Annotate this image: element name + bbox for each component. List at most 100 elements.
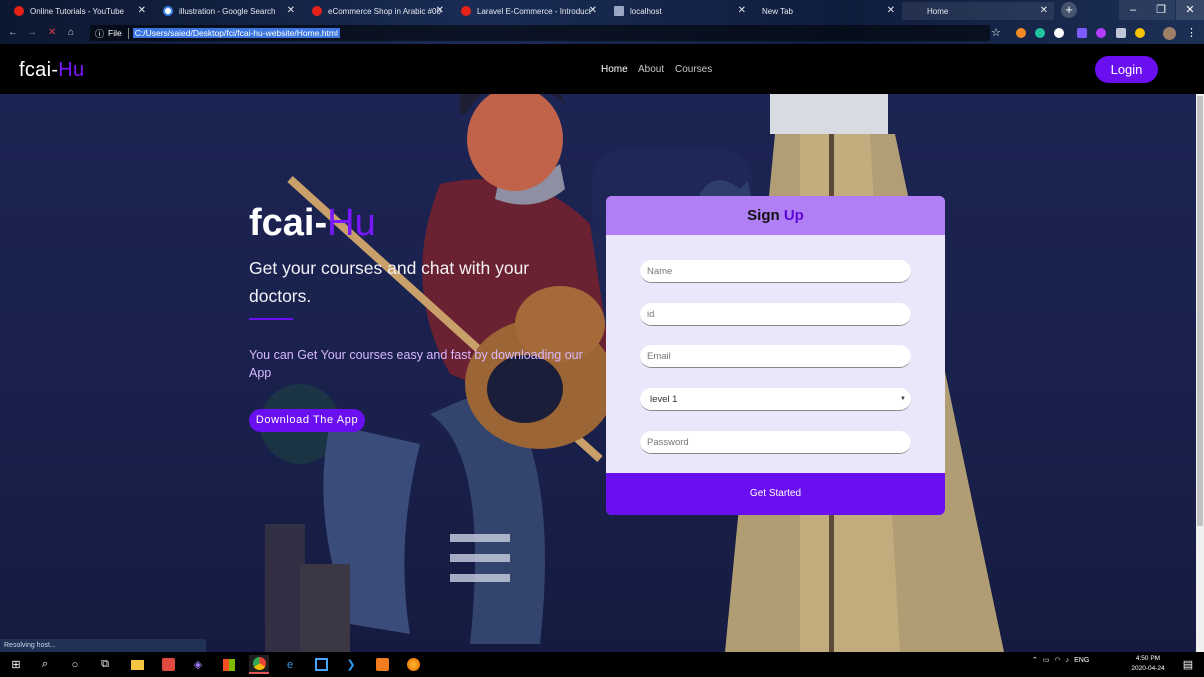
extension-icon[interactable]: [1077, 28, 1087, 38]
browser-tab-localhost[interactable]: localhost ✕: [604, 2, 752, 20]
hero-title-accent: Hu: [327, 202, 376, 244]
level-select[interactable]: level 1 ▼: [640, 388, 911, 411]
close-tab-icon[interactable]: ✕: [287, 5, 295, 16]
extension-icon[interactable]: [1035, 28, 1045, 38]
youtube-icon: [461, 6, 471, 16]
close-tab-icon[interactable]: ✕: [887, 5, 895, 16]
get-started-button[interactable]: Get Started: [606, 473, 945, 515]
extension-icon[interactable]: [1096, 28, 1106, 38]
signup-card: Sign Up Name id Email level 1 ▼ Password …: [606, 196, 945, 515]
level-select-value: level 1: [650, 394, 678, 405]
page-icon: [614, 6, 624, 16]
clock-date: 2020-04-24: [1131, 665, 1165, 672]
browser-tab-youtube[interactable]: Online Tutorials - YouTube ✕: [4, 2, 152, 20]
network-icon[interactable]: ▭: [1043, 656, 1050, 664]
tab-title: illustration - Google Search: [179, 6, 276, 16]
search-icon[interactable]: ⌕: [35, 655, 55, 674]
tab-title: Home: [927, 6, 949, 16]
volume-icon[interactable]: ♪: [1066, 657, 1070, 664]
info-icon: ⓘ: [95, 28, 105, 39]
extension-icon[interactable]: [1135, 28, 1145, 38]
tab-title: New Tab: [762, 6, 793, 16]
file-explorer-icon[interactable]: [127, 655, 147, 674]
tab-title: Laravel E-Commerce - Introduct: [477, 6, 591, 16]
google-icon: [163, 6, 173, 16]
new-tab-button[interactable]: +: [1061, 2, 1077, 18]
profile-avatar[interactable]: [1163, 27, 1176, 40]
system-tray: ⌃ ▭ ◠ ♪ ENG: [1032, 656, 1089, 665]
signup-title-text: Sign: [747, 207, 784, 224]
hero-title-text: fcai-: [249, 202, 328, 244]
extension-icon[interactable]: [1016, 28, 1026, 38]
email-input[interactable]: Email: [640, 345, 911, 368]
logo-accent-text: Hu: [58, 59, 85, 81]
close-tab-icon[interactable]: ✕: [1040, 5, 1048, 16]
scrollbar-thumb[interactable]: [1197, 96, 1203, 526]
download-app-button[interactable]: Download The App: [249, 409, 365, 432]
bookmark-star-icon[interactable]: ☆: [991, 26, 1001, 39]
youtube-icon: [14, 6, 24, 16]
edge-icon[interactable]: e: [280, 655, 300, 674]
login-button[interactable]: Login: [1095, 56, 1158, 83]
windows-taskbar: [0, 652, 1204, 677]
title-underline: [249, 318, 293, 320]
extension-icon[interactable]: [1116, 28, 1126, 38]
visual-studio-icon[interactable]: ◈: [188, 655, 208, 674]
extension-icon[interactable]: [1054, 28, 1064, 38]
id-input[interactable]: id: [640, 303, 911, 326]
browser-tab-laravel[interactable]: Laravel E-Commerce - Introduct ✕: [451, 2, 603, 20]
tab-title: localhost: [630, 6, 662, 16]
windows-start-icon[interactable]: ⊞: [6, 655, 26, 674]
close-window-button[interactable]: ✕: [1176, 0, 1204, 20]
taskbar-clock[interactable]: 4:50 PM 2020-04-24: [1130, 654, 1166, 674]
chrome-icon[interactable]: [249, 655, 269, 674]
password-input[interactable]: Password: [640, 431, 911, 454]
back-icon[interactable]: ←: [8, 27, 18, 38]
clock-time: 4:50 PM: [1135, 655, 1161, 662]
name-input[interactable]: Name: [640, 260, 911, 283]
app-red-icon[interactable]: [158, 655, 178, 674]
forward-icon[interactable]: →: [27, 27, 37, 38]
minimize-button[interactable]: –: [1119, 0, 1147, 20]
close-tab-icon[interactable]: ✕: [138, 5, 146, 16]
hero-subtitle: Get your courses and chat with your doct…: [249, 258, 530, 306]
hero-illustration: [260, 94, 1004, 652]
nav-link-about[interactable]: About: [638, 64, 664, 75]
windows-store-icon[interactable]: [219, 655, 239, 674]
browser-tab-ecommerce[interactable]: eCommerce Shop in Arabic #00 ✕: [302, 2, 450, 20]
vscode-icon[interactable]: ❯: [341, 655, 361, 674]
hero-title: fcai-Hu: [249, 202, 376, 245]
status-bar: Resolving host...: [0, 639, 206, 652]
task-view-icon[interactable]: ⧉: [95, 655, 115, 674]
close-tab-icon[interactable]: ✕: [738, 5, 746, 16]
protocol-label: File: [108, 28, 122, 38]
dropdown-caret-icon: ▼: [900, 396, 906, 402]
tab-title: Online Tutorials - YouTube: [30, 6, 124, 16]
browser-tab-newtab[interactable]: New Tab ✕: [753, 2, 901, 20]
xampp-icon[interactable]: [372, 655, 392, 674]
chevron-up-icon[interactable]: ⌃: [1032, 656, 1038, 664]
menu-kebab-icon[interactable]: ⋮: [1186, 26, 1197, 39]
restore-button[interactable]: ❐: [1147, 0, 1175, 20]
app-blue-icon[interactable]: [311, 655, 331, 674]
browser-tab-home[interactable]: Home ✕: [902, 2, 1054, 20]
address-bar[interactable]: ⓘ File C:/Users/saied/Desktop/fci/fcai-h…: [90, 25, 990, 41]
nav-link-home[interactable]: Home: [601, 64, 628, 75]
url-text[interactable]: C:/Users/saied/Desktop/fci/fcai-hu-websi…: [132, 28, 340, 38]
browser-chrome: Online Tutorials - YouTube ✕ illustratio…: [0, 0, 1204, 44]
nav-link-courses[interactable]: Courses: [675, 64, 712, 75]
browser-tab-google[interactable]: illustration - Google Search ✕: [153, 2, 301, 20]
firefox-icon[interactable]: [403, 655, 423, 674]
hero-section: [0, 94, 1204, 652]
logo-text: fcai-: [19, 59, 59, 81]
stop-loading-icon[interactable]: ✕: [48, 27, 56, 38]
site-logo[interactable]: fcai-Hu: [19, 59, 84, 82]
cortana-icon[interactable]: ○: [65, 655, 85, 674]
close-tab-icon[interactable]: ✕: [589, 5, 597, 16]
home-icon[interactable]: ⌂: [68, 27, 74, 38]
notifications-icon[interactable]: ▤: [1178, 655, 1198, 674]
wifi-icon[interactable]: ◠: [1055, 656, 1061, 664]
language-indicator[interactable]: ENG: [1074, 657, 1089, 664]
close-tab-icon[interactable]: ✕: [436, 5, 444, 16]
hero-description: You can Get Your courses easy and fast b…: [249, 348, 583, 380]
